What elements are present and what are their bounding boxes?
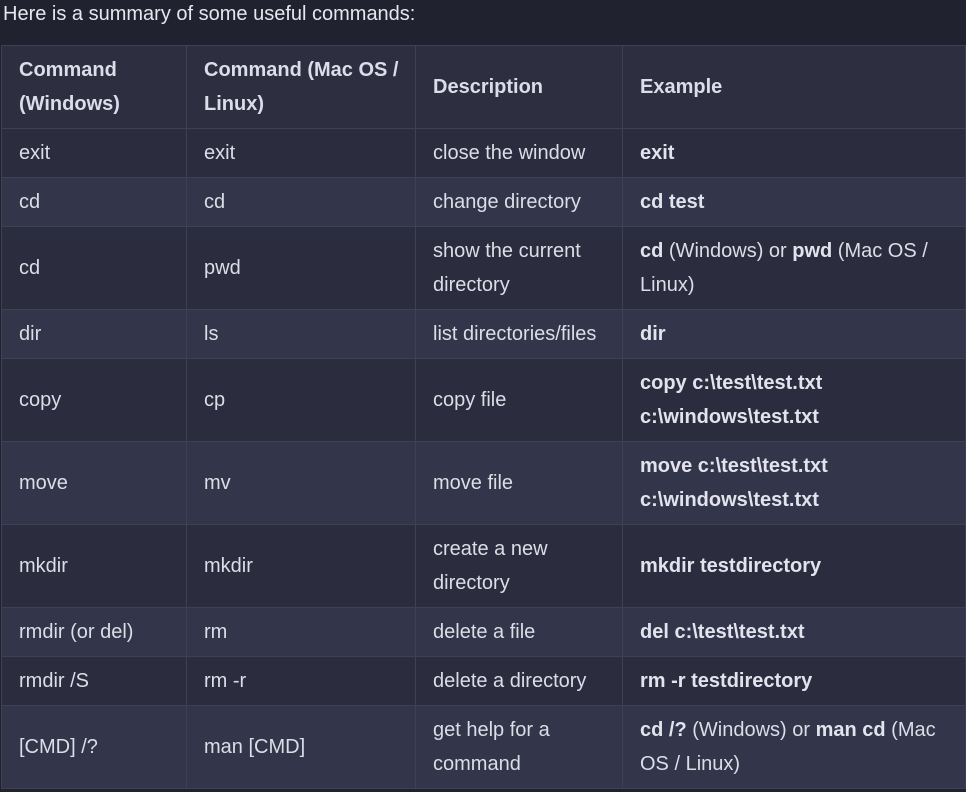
header-example: Example (622, 45, 966, 129)
cell-example: copy c:\test\test.txt c:\windows\test.tx… (622, 358, 966, 442)
table-body: exit exit close the window exit cd cd change d… (1, 128, 966, 789)
cell-command-unix: rm (186, 607, 416, 657)
table-row: rmdir /S rm -r delete a directory rm -r tes… (1, 656, 966, 706)
example-text: (Windows) or (686, 719, 816, 741)
cell-description: create a new directory (415, 524, 623, 608)
cell-example: move c:\test\test.txt c:\windows\test.tx… (622, 441, 966, 525)
cell-command-unix: rm -r (186, 656, 416, 706)
table-row: cd cd change directory cd test (1, 177, 966, 227)
cell-command-unix: ls (186, 309, 416, 359)
cell-example: cd /? (Windows) or man cd (Mac OS / Linu… (622, 705, 966, 789)
cell-example: exit (622, 128, 966, 178)
cell-description: move file (415, 441, 623, 525)
cell-description: delete a file (415, 607, 623, 657)
example-code: move c:\test\test.txt c:\windows\test.tx… (640, 455, 828, 511)
cell-example: dir (622, 309, 966, 359)
cell-command-windows: exit (1, 128, 187, 178)
cell-example: del c:\test\test.txt (622, 607, 966, 657)
table-row: mkdir mkdir create a new directory mkdir te… (1, 524, 966, 608)
table-row: cd pwd show the current directory cd (Windo… (1, 226, 966, 310)
table-row: dir ls list directories/files dir (1, 309, 966, 359)
example-code: dir (640, 323, 666, 345)
example-code: mkdir testdirectory (640, 555, 822, 577)
header-description: Description (415, 45, 623, 129)
commands-table-container: Command (Windows) Command (Mac OS / Linu… (1, 45, 966, 789)
cell-example: cd test (622, 177, 966, 227)
table-row: [CMD] /? man [CMD] get help for a command c… (1, 705, 966, 789)
table-row: move mv move file move c:\test\test.txt c:\… (1, 441, 966, 525)
cell-command-windows: rmdir (or del) (1, 607, 187, 657)
cell-command-unix: exit (186, 128, 416, 178)
table-header-row: Command (Windows) Command (Mac OS / Linu… (1, 45, 966, 129)
cell-example: cd (Windows) or pwd (Mac OS / Linux) (622, 226, 966, 310)
example-code: copy c:\test\test.txt c:\windows\test.tx… (640, 372, 823, 428)
cell-command-windows: move (1, 441, 187, 525)
cell-command-unix: cd (186, 177, 416, 227)
cell-description: show the current directory (415, 226, 623, 310)
cell-description: delete a directory (415, 656, 623, 706)
cell-example: mkdir testdirectory (622, 524, 966, 608)
table-row: copy cp copy file copy c:\test\test.txt c:\… (1, 358, 966, 442)
cell-description: list directories/files (415, 309, 623, 359)
example-code: cd (640, 240, 664, 262)
intro-text: Here is a summary of some useful command… (3, 3, 416, 25)
cell-command-unix: pwd (186, 226, 416, 310)
table-row: rmdir (or del) rm delete a file del c:\test… (1, 607, 966, 657)
example-code: pwd (792, 240, 833, 262)
example-code: cd /? (640, 719, 687, 741)
cell-description: get help for a command (415, 705, 623, 789)
cell-command-windows: cd (1, 226, 187, 310)
cell-command-windows: rmdir /S (1, 656, 187, 706)
table-row: exit exit close the window exit (1, 128, 966, 178)
cell-command-windows: cd (1, 177, 187, 227)
cell-description: copy file (415, 358, 623, 442)
commands-table: Command (Windows) Command (Mac OS / Linu… (1, 45, 966, 789)
example-text: (Windows) or (663, 240, 793, 262)
example-code: del c:\test\test.txt (640, 621, 805, 643)
cell-description: change directory (415, 177, 623, 227)
cell-command-unix: mv (186, 441, 416, 525)
cell-command-unix: mkdir (186, 524, 416, 608)
cell-command-unix: cp (186, 358, 416, 442)
cell-command-windows: [CMD] /? (1, 705, 187, 789)
header-command-unix: Command (Mac OS / Linux) (186, 45, 416, 129)
example-code: man cd (815, 719, 886, 741)
cell-command-windows: copy (1, 358, 187, 442)
cell-command-windows: mkdir (1, 524, 187, 608)
cell-command-unix: man [CMD] (186, 705, 416, 789)
cell-example: rm -r testdirectory (622, 656, 966, 706)
cell-command-windows: dir (1, 309, 187, 359)
example-code: rm -r testdirectory (640, 670, 813, 692)
example-code: cd test (640, 191, 705, 213)
cell-description: close the window (415, 128, 623, 178)
header-command-windows: Command (Windows) (1, 45, 187, 129)
example-code: exit (640, 142, 675, 164)
